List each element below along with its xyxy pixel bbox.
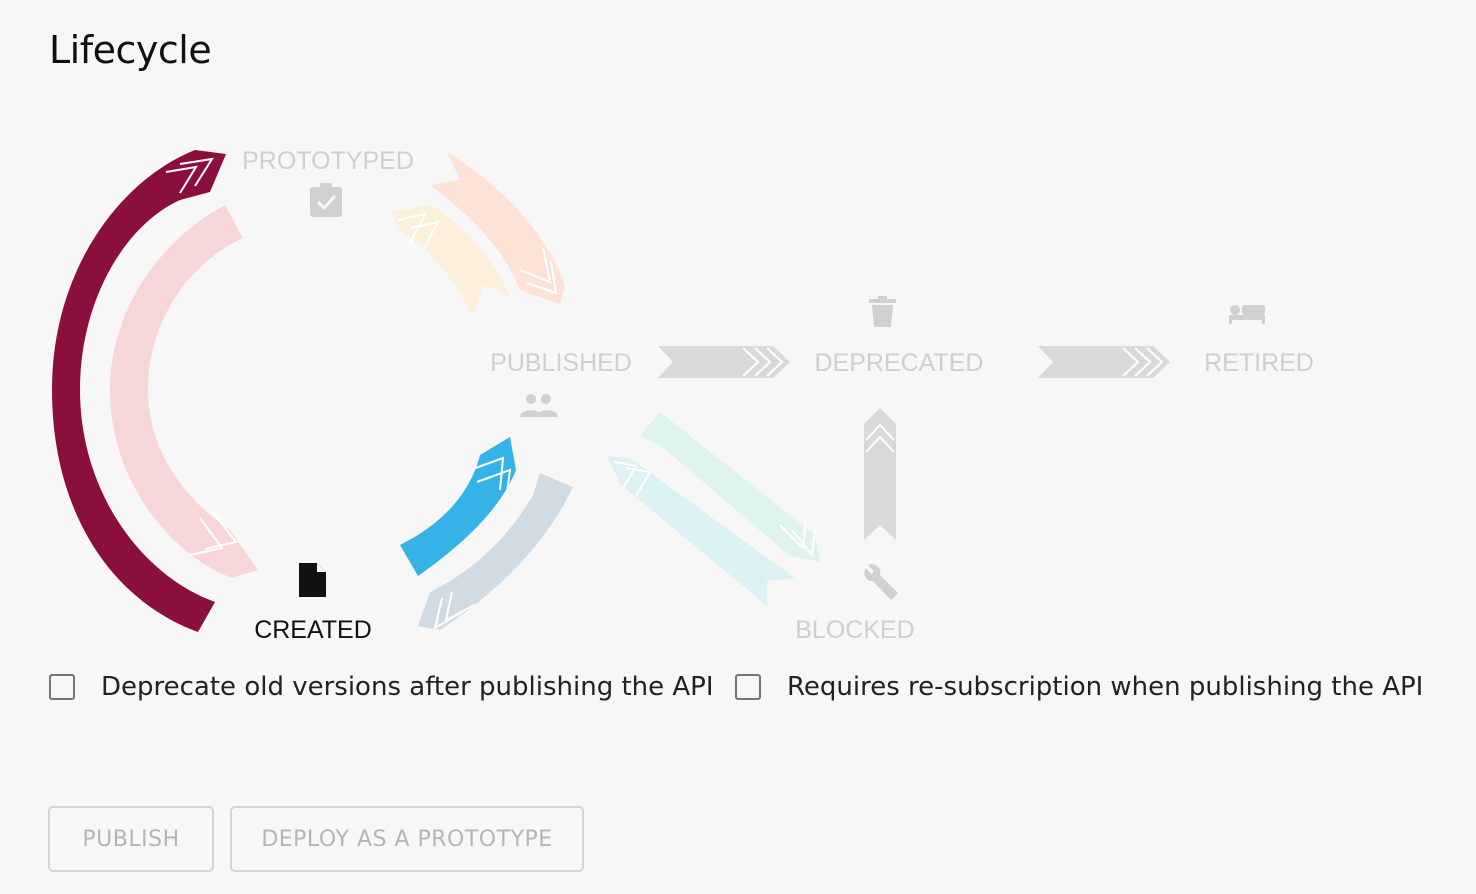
publish-button[interactable]: PUBLISH — [48, 806, 214, 872]
prototyped-to-created-arrow[interactable] — [110, 205, 258, 578]
require-resubscription-label: Requires re-subscription when publishing… — [787, 672, 1424, 702]
stage-label-created: CREATED — [254, 616, 372, 644]
require-resubscription-checkbox[interactable] — [735, 674, 761, 700]
trash-icon — [869, 296, 896, 327]
lifecycle-diagram: PROTOTYPED PUBLISHED DEPRECATED RETIRED … — [52, 147, 1314, 644]
stage-label-published: PUBLISHED — [490, 349, 632, 377]
stage-label-prototyped: PROTOTYPED — [242, 147, 414, 175]
bed-icon — [1229, 305, 1265, 324]
deploy-as-prototype-button[interactable]: DEPLOY AS A PROTOTYPE — [230, 806, 584, 872]
people-icon — [520, 394, 558, 417]
stage-label-retired: RETIRED — [1204, 349, 1314, 377]
blocked-to-deprecated-arrow[interactable] — [864, 408, 896, 540]
stage-label-deprecated: DEPRECATED — [814, 349, 983, 377]
clipboard-check-icon — [310, 183, 342, 217]
deprecate-old-versions-checkbox[interactable] — [49, 674, 75, 700]
wrench-icon — [864, 564, 898, 600]
deprecated-to-retired-arrow[interactable] — [1038, 346, 1170, 378]
deprecate-old-versions-label: Deprecate old versions after publishing … — [101, 672, 714, 702]
stage-label-blocked: BLOCKED — [795, 616, 914, 644]
require-resubscription-option[interactable]: Requires re-subscription when publishing… — [735, 672, 1423, 702]
published-to-deprecated-arrow[interactable] — [658, 346, 790, 378]
deprecate-old-versions-option[interactable]: Deprecate old versions after publishing … — [49, 672, 714, 702]
document-icon — [299, 563, 326, 597]
